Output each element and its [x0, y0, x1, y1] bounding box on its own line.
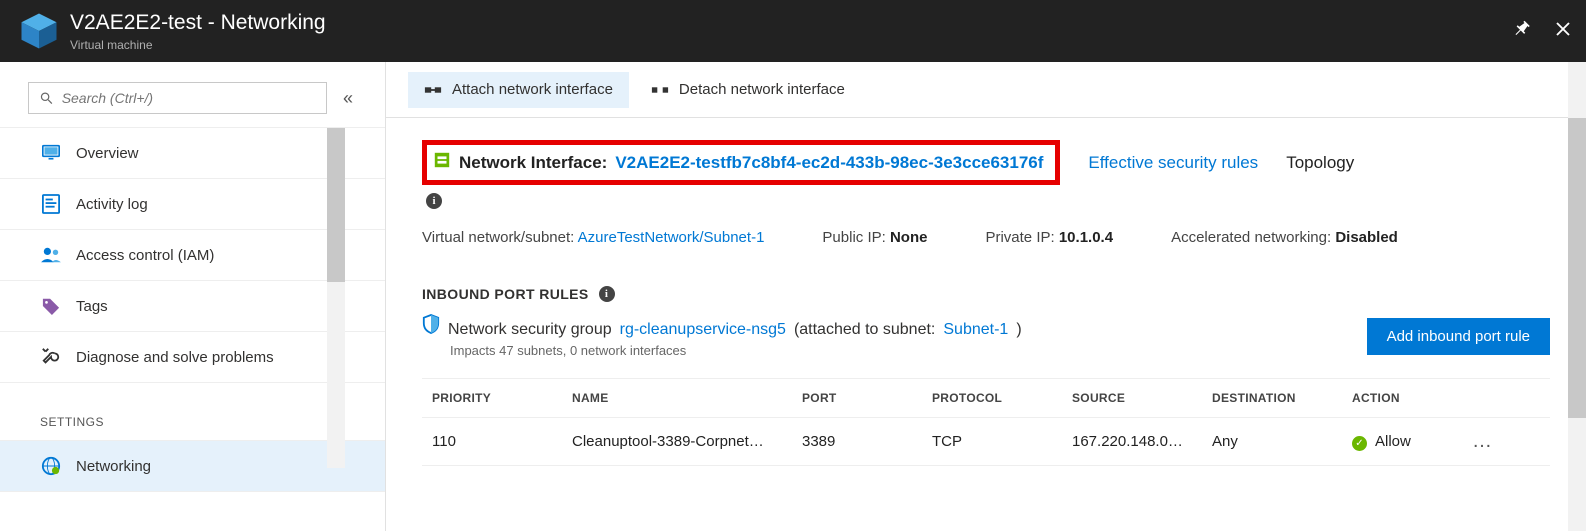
cell-priority: 110 [432, 433, 572, 450]
layout: « Overview Activity log Access control (… [0, 62, 1586, 531]
col-name[interactable]: NAME [572, 391, 802, 405]
toolbar: Attach network interface Detach network … [386, 62, 1586, 118]
col-port[interactable]: PORT [802, 391, 932, 405]
meta-row: Virtual network/subnet: AzureTestNetwork… [422, 209, 1550, 246]
vn-subnet-link[interactable]: AzureTestNetwork/Subnet-1 [578, 229, 765, 246]
add-inbound-rule-button[interactable]: Add inbound port rule [1367, 318, 1550, 355]
ni-label: Network Interface: [459, 153, 607, 173]
nsg-row: Network security group rg-cleanupservice… [422, 302, 1550, 358]
tag-icon [40, 297, 62, 315]
detach-label: Detach network interface [679, 81, 845, 98]
attach-nic-button[interactable]: Attach network interface [408, 72, 629, 108]
search-input[interactable] [62, 90, 316, 106]
accelerated-networking: Accelerated networking: Disabled [1171, 229, 1398, 246]
private-ip: Private IP: 10.1.0.4 [985, 229, 1113, 246]
nav-list: Overview Activity log Access control (IA… [0, 128, 385, 492]
content: Network Interface: V2AE2E2-testfb7c8bf4-… [386, 118, 1586, 488]
collapse-icon[interactable]: « [339, 84, 357, 113]
detach-icon [651, 81, 669, 99]
main: Attach network interface Detach network … [386, 62, 1586, 531]
col-destination[interactable]: DESTINATION [1212, 391, 1352, 405]
cell-action: Allow [1352, 433, 1472, 451]
table-row[interactable]: 110 Cleanuptool-3389-Corpnet… 3389 TCP 1… [422, 418, 1550, 466]
cell-name: Cleanuptool-3389-Corpnet… [572, 433, 802, 450]
col-priority[interactable]: PRIORITY [432, 391, 572, 405]
wrench-icon [40, 347, 62, 367]
attach-label: Attach network interface [452, 81, 613, 98]
search-box[interactable] [28, 82, 327, 114]
effective-security-rules-link[interactable]: Effective security rules [1088, 153, 1258, 173]
sidebar-item-label: Access control (IAM) [76, 247, 214, 264]
row-menu-icon[interactable]: … [1472, 430, 1512, 453]
col-source[interactable]: SOURCE [1072, 391, 1212, 405]
attach-icon [424, 81, 442, 99]
rules-table: PRIORITY NAME PORT PROTOCOL SOURCE DESTI… [422, 378, 1550, 466]
globe-icon [40, 456, 62, 476]
search-row: « [0, 82, 385, 128]
vm-cube-icon [18, 10, 60, 52]
sidebar: « Overview Activity log Access control (… [0, 62, 386, 531]
pin-icon[interactable] [1514, 20, 1532, 43]
info-icon-row: i [422, 185, 1550, 209]
sidebar-item-label: Networking [76, 458, 151, 475]
nsg-left: Network security group rg-cleanupservice… [422, 314, 1022, 358]
close-icon[interactable] [1554, 20, 1572, 43]
info-icon[interactable]: i [426, 193, 442, 209]
detach-nic-button[interactable]: Detach network interface [635, 72, 861, 108]
header-title: V2AE2E2-test - Networking [70, 10, 326, 35]
network-interface-row: Network Interface: V2AE2E2-testfb7c8bf4-… [422, 140, 1550, 185]
monitor-icon [40, 144, 62, 162]
sidebar-item-label: Overview [76, 145, 139, 162]
info-icon[interactable]: i [599, 286, 615, 302]
sidebar-item-label: Tags [76, 298, 108, 315]
topology-link[interactable]: Topology [1286, 153, 1354, 173]
cell-destination: Any [1212, 433, 1352, 450]
nav-scrollbar-thumb[interactable] [327, 128, 345, 282]
cell-source: 167.220.148.0… [1072, 433, 1212, 450]
subnet-link[interactable]: Subnet-1 [943, 321, 1008, 339]
inbound-rules-header: INBOUND PORT RULES i [422, 246, 1550, 302]
sidebar-item-label: Activity log [76, 196, 148, 213]
nsg-impacts: Impacts 47 subnets, 0 network interfaces [422, 339, 1022, 358]
col-protocol[interactable]: PROTOCOL [932, 391, 1072, 405]
network-interface-highlight: Network Interface: V2AE2E2-testfb7c8bf4-… [422, 140, 1060, 185]
cell-protocol: TCP [932, 433, 1072, 450]
people-icon [40, 246, 62, 264]
allow-icon [1352, 436, 1367, 451]
log-icon [40, 194, 62, 214]
header-titles: V2AE2E2-test - Networking Virtual machin… [70, 10, 326, 51]
public-ip: Public IP: None [822, 229, 927, 246]
nic-icon [433, 151, 451, 174]
nsg-link[interactable]: rg-cleanupservice-nsg5 [620, 321, 786, 339]
sidebar-item-label: Diagnose and solve problems [76, 349, 274, 366]
vn-subnet: Virtual network/subnet: AzureTestNetwork… [422, 229, 764, 246]
blade-header: V2AE2E2-test - Networking Virtual machin… [0, 0, 1586, 62]
search-icon [39, 90, 54, 106]
table-header: PRIORITY NAME PORT PROTOCOL SOURCE DESTI… [422, 379, 1550, 418]
col-action[interactable]: ACTION [1352, 391, 1472, 405]
shield-icon [422, 314, 440, 334]
header-subtitle: Virtual machine [70, 38, 326, 52]
cell-port: 3389 [802, 433, 932, 450]
header-actions [1514, 0, 1572, 62]
ni-name-link[interactable]: V2AE2E2-testfb7c8bf4-ec2d-433b-98ec-3e3c… [615, 153, 1043, 173]
